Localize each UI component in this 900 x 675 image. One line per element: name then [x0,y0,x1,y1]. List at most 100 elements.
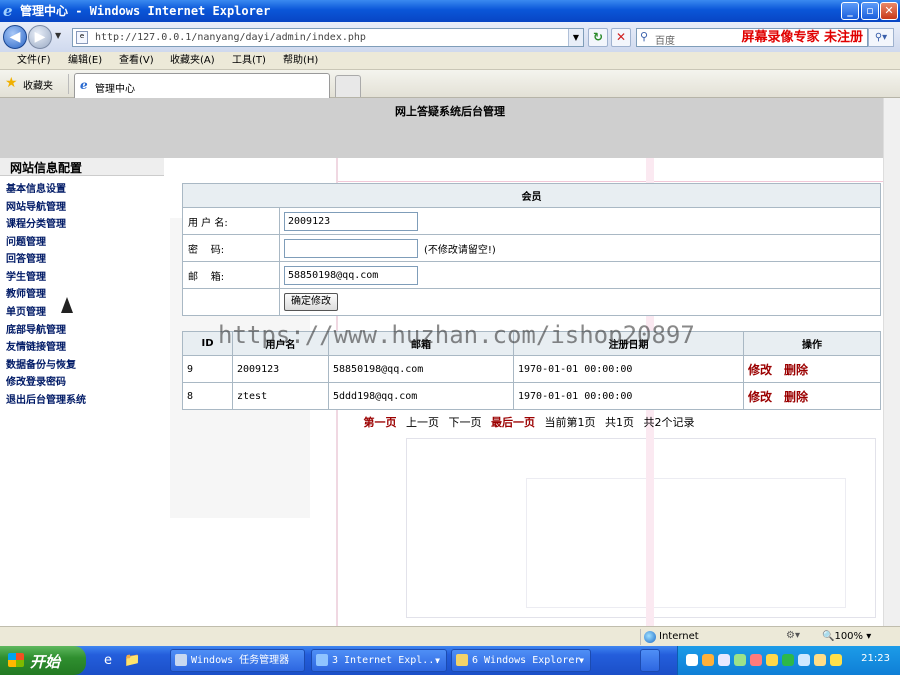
tray-icon[interactable] [766,654,778,666]
row-email: 5ddd198@qq.com [328,382,514,410]
pager-total-pages: 共1页 [605,416,634,429]
pager-prev[interactable]: 上一页 [406,416,439,429]
new-tab-button[interactable] [335,75,361,97]
tray-icon[interactable] [814,654,826,666]
protected-mode-icon[interactable]: ⚙▾ [786,630,800,641]
sidebar-item-nav-manage[interactable]: 网站导航管理 [6,198,66,213]
group-dropdown-icon: ▼ [579,656,584,665]
username-label: 用 户 名: [182,207,280,235]
quicklaunch-folder-icon[interactable]: 📁 [124,653,140,668]
row-email: 58850198@qq.com [328,355,514,383]
tray-icon[interactable] [782,654,794,666]
folder-icon [456,654,468,666]
search-box[interactable]: ⚲ 百度 屏幕录像专家 未注册 [636,28,868,47]
page-icon: e [76,31,88,44]
system-tray: 21:23 [677,646,900,675]
edit-link[interactable]: 修改 [748,390,772,404]
row-actions: 修改 删除 [743,355,881,383]
tab-admin-center[interactable]: e 管理中心 [74,73,330,98]
sidebar-item-course-category[interactable]: 课程分类管理 [6,215,66,230]
tray-icon[interactable] [702,654,714,666]
maximize-button[interactable]: ▫ [861,2,879,20]
pager-last[interactable]: 最后一页 [491,416,535,429]
password-input[interactable] [284,238,418,258]
sidebar-item-questions[interactable]: 问题管理 [6,233,46,248]
task-label: Windows 任务管理器 [191,655,290,666]
ie-logo-icon: e [3,2,13,20]
sidebar-item-basic-info[interactable]: 基本信息设置 [6,180,66,195]
sidebar-item-students[interactable]: 学生管理 [6,268,46,283]
tray-icon[interactable] [686,654,698,666]
sidebar-item-footer-nav[interactable]: 底部导航管理 [6,321,66,336]
menu-help[interactable]: 帮助(H) [283,54,318,68]
menu-favorites[interactable]: 收藏夹(A) [170,54,215,68]
recorder-watermark: 屏幕录像专家 未注册 [741,30,863,45]
tray-icon[interactable] [750,654,762,666]
delete-link[interactable]: 删除 [784,363,808,377]
search-placeholder[interactable]: 百度 [655,32,675,47]
tray-icon[interactable] [798,654,810,666]
delete-link[interactable]: 删除 [784,390,808,404]
task-task-manager[interactable]: Windows 任务管理器 [170,649,305,672]
task-internet-explorer[interactable]: 3 Internet Expl... ▼ [311,649,447,672]
submit-button[interactable]: 确定修改 [284,293,338,311]
start-button[interactable]: 开始 [0,646,86,675]
vertical-scrollbar[interactable] [883,98,900,626]
task-windows-explorer[interactable]: 6 Windows Explorer ▼ [451,649,591,672]
task-label: 6 Windows Explorer [472,655,581,666]
form-title: 会员 [182,183,881,208]
refresh-button[interactable]: ↻ [588,28,608,47]
tab-ie-icon: e [80,78,88,92]
task-manager-icon [175,654,187,666]
page-viewport: 网上答疑系统后台管理 网站信息配置 基本信息设置 网站导航管理 课程分类管理 问… [0,98,900,626]
favorites-star-icon[interactable]: ★ [5,75,18,91]
address-url[interactable]: http://127.0.0.1/nanyang/dayi/admin/inde… [95,31,366,45]
pager-current: 当前第1页 [544,416,596,429]
username-input[interactable]: 2009123 [284,211,418,231]
pagination: 第一页 上一页 下一页 最后一页 当前第1页 共1页 共2个记录 [0,414,900,430]
password-label: 密 码: [182,234,280,262]
sidebar-item-friend-links[interactable]: 友情链接管理 [6,338,66,353]
pager-first[interactable]: 第一页 [364,416,397,429]
quicklaunch-ie-icon[interactable]: e [104,653,112,668]
tray-icon[interactable] [718,654,730,666]
favorites-button[interactable]: 收藏夹 [23,77,53,92]
menu-edit[interactable]: 编辑(E) [68,54,102,68]
history-dropdown-icon[interactable]: ▼ [55,31,61,40]
sidebar-item-single-page[interactable]: 单页管理 [6,303,46,318]
sidebar-item-logout[interactable]: 退出后台管理系统 [6,391,86,406]
sidebar-item-answers[interactable]: 回答管理 [6,250,46,265]
zone-label: Internet [659,631,699,642]
stop-button[interactable]: ✕ [611,28,631,47]
close-button[interactable]: ✕ [880,2,898,20]
divider [68,74,69,94]
tray-icon[interactable] [830,654,842,666]
back-button[interactable]: ◀ [3,25,27,49]
minimize-button[interactable]: _ [841,2,859,20]
sidebar-item-teachers[interactable]: 教师管理 [6,285,46,300]
address-bar[interactable]: e http://127.0.0.1/nanyang/dayi/admin/in… [72,28,584,47]
forward-button[interactable]: ▶ [28,25,52,49]
menu-tools[interactable]: 工具(T) [232,54,266,68]
edit-link[interactable]: 修改 [748,363,772,377]
zoom-value: 100% [834,631,864,642]
page-title: 网上答疑系统后台管理 [395,105,505,118]
sidebar-item-backup[interactable]: 数据备份与恢复 [6,356,76,371]
task-extra[interactable] [640,649,660,672]
globe-icon [644,631,656,643]
tray-icon[interactable] [734,654,746,666]
email-label: 邮 箱: [182,261,280,289]
row-actions: 修改 删除 [743,382,881,410]
sidebar-item-change-password[interactable]: 修改登录密码 [6,373,66,388]
group-dropdown-icon: ▼ [435,656,440,665]
mouse-cursor-icon [61,297,73,313]
row-date: 1970-01-01 00:00:00 [513,382,744,410]
menu-file[interactable]: 文件(F) [17,54,51,68]
email-input[interactable]: 58850198@qq.com [284,265,418,285]
zoom-level[interactable]: 🔍100% ▾ [822,629,871,645]
pager-next[interactable]: 下一页 [449,416,482,429]
search-button[interactable]: ⚲▾ [868,28,894,47]
row-username: 2009123 [232,355,329,383]
address-dropdown-icon[interactable]: ▼ [568,29,583,46]
menu-view[interactable]: 查看(V) [119,54,154,68]
